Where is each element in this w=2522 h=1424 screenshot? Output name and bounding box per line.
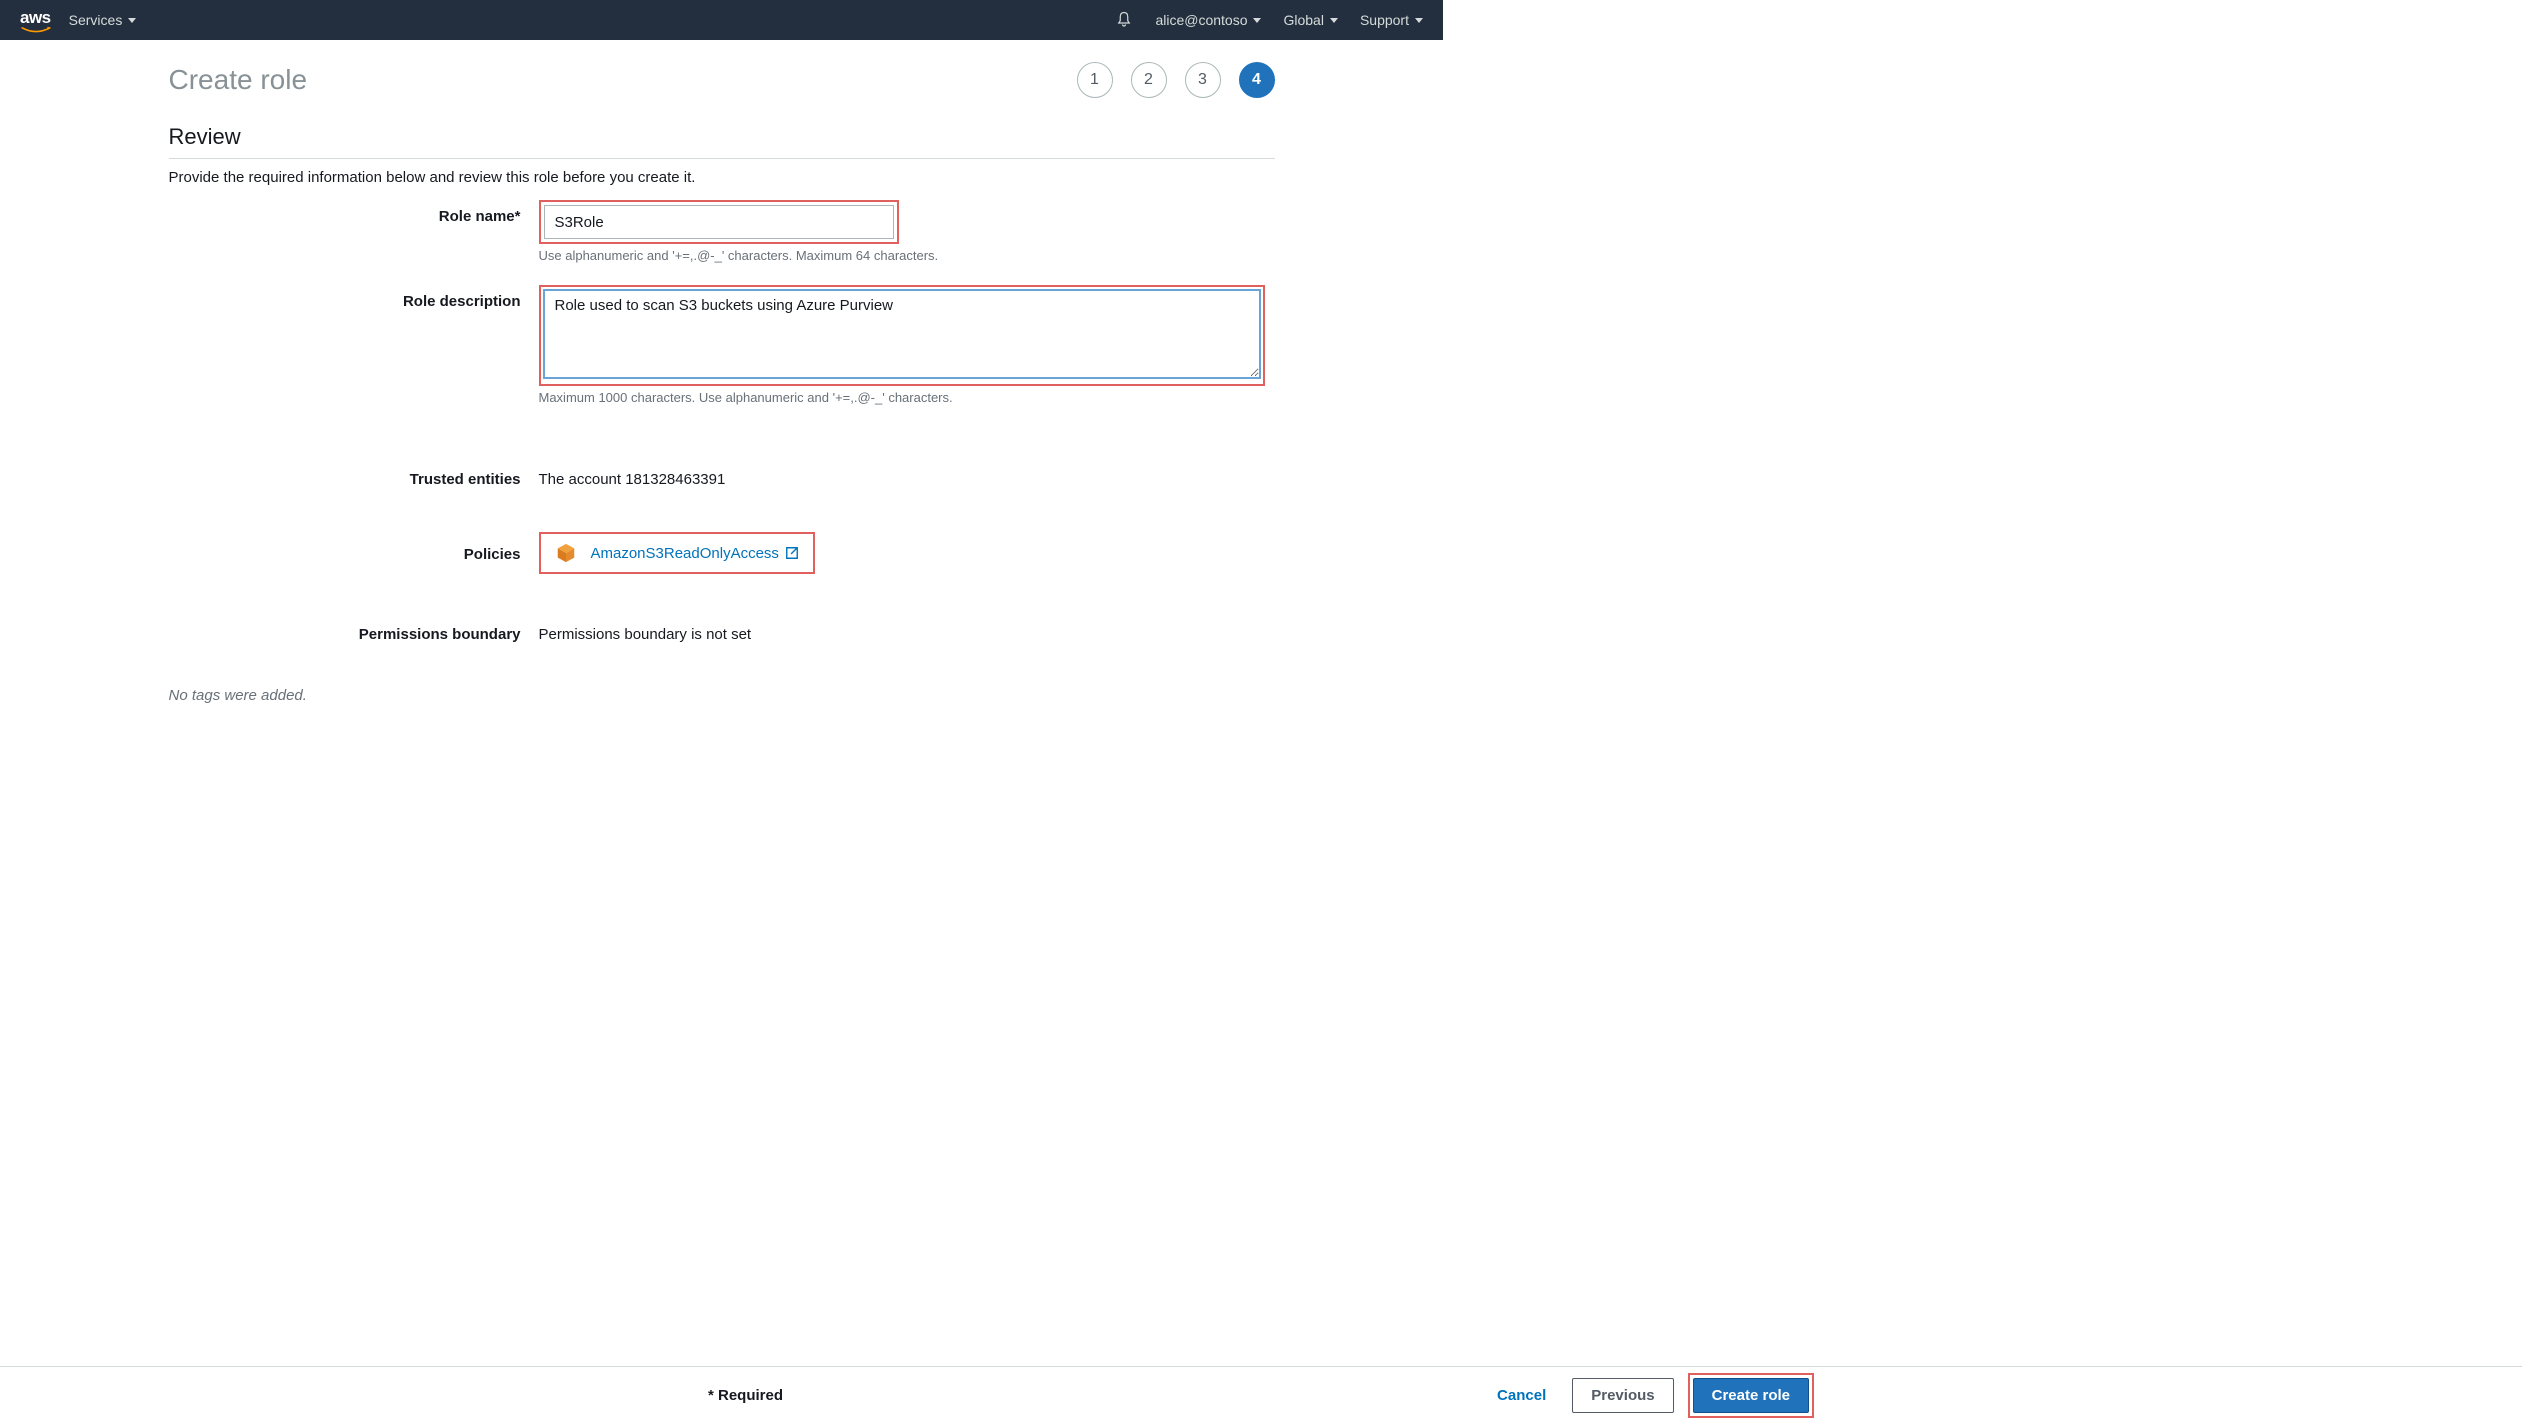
required-note: * Required [708, 1387, 783, 1404]
caret-down-icon [1415, 18, 1423, 23]
trusted-entities-row: Trusted entities The account 18132846339… [169, 463, 1275, 488]
role-description-row: Role description [169, 285, 1275, 386]
nav-support-label: Support [1360, 12, 1409, 28]
nav-left: aws Services [20, 8, 136, 32]
role-description-input[interactable] [544, 290, 1260, 378]
trusted-entities-label: Trusted entities [169, 463, 539, 488]
nav-user[interactable]: alice@contoso [1155, 12, 1261, 28]
bell-icon[interactable] [1115, 11, 1133, 29]
aws-logo-text: aws [20, 8, 51, 27]
caret-down-icon [1330, 18, 1338, 23]
aws-logo[interactable]: aws [20, 8, 51, 32]
cancel-button[interactable]: Cancel [1485, 1379, 1558, 1412]
nav-right: alice@contoso Global Support [1115, 11, 1423, 29]
policies-row: Policies AmazonS3ReadOnlyAccess [169, 532, 1275, 574]
instruction-text: Provide the required information below a… [169, 169, 1275, 186]
permissions-boundary-row: Permissions boundary Permissions boundar… [169, 618, 1275, 643]
step-1[interactable]: 1 [1077, 62, 1113, 98]
policies-control: AmazonS3ReadOnlyAccess [539, 532, 1275, 574]
external-link-icon [785, 546, 799, 560]
role-description-label: Role description [169, 285, 539, 310]
trusted-entities-value: The account 181328463391 [539, 463, 1275, 488]
role-name-control [539, 200, 1275, 244]
review-form: Role name* Use alphanumeric and '+=,.@-_… [169, 200, 1275, 704]
step-4[interactable]: 4 [1239, 62, 1275, 98]
role-name-hint: Use alphanumeric and '+=,.@-_' character… [539, 248, 1275, 263]
nav-support[interactable]: Support [1360, 12, 1423, 28]
no-tags-message: No tags were added. [169, 687, 1275, 704]
page-title: Create role [169, 64, 308, 96]
footer-actions: Cancel Previous Create role [1485, 1373, 1814, 1418]
nav-region[interactable]: Global [1283, 12, 1337, 28]
policies-label: Policies [169, 532, 539, 563]
role-name-row: Role name* [169, 200, 1275, 244]
create-role-highlight: Create role [1688, 1373, 1814, 1418]
caret-down-icon [1253, 18, 1261, 23]
nav-services-label: Services [69, 12, 123, 28]
policy-cube-icon [555, 542, 577, 564]
role-name-label: Role name* [169, 200, 539, 225]
aws-smile-icon [20, 26, 52, 34]
policy-highlight: AmazonS3ReadOnlyAccess [539, 532, 815, 574]
create-role-button[interactable]: Create role [1693, 1378, 1809, 1413]
main-content: Create role 1 2 3 4 Review Provide the r… [169, 40, 1275, 704]
nav-user-label: alice@contoso [1155, 12, 1247, 28]
top-nav: aws Services alice@contoso Global Suppor… [0, 0, 1443, 40]
policy-link[interactable]: AmazonS3ReadOnlyAccess [591, 545, 799, 562]
header-row: Create role 1 2 3 4 [169, 62, 1275, 98]
footer-inner: * Required Cancel Previous Create role [708, 1373, 1814, 1418]
nav-services[interactable]: Services [69, 12, 137, 28]
permissions-boundary-label: Permissions boundary [169, 618, 539, 643]
footer-bar: * Required Cancel Previous Create role [0, 1366, 2522, 1424]
section-title: Review [169, 124, 1275, 159]
policy-name: AmazonS3ReadOnlyAccess [591, 545, 779, 562]
step-indicator: 1 2 3 4 [1077, 62, 1275, 98]
caret-down-icon [128, 18, 136, 23]
role-description-hint: Maximum 1000 characters. Use alphanumeri… [539, 390, 1275, 405]
step-3[interactable]: 3 [1185, 62, 1221, 98]
role-description-control [539, 285, 1275, 386]
previous-button[interactable]: Previous [1572, 1378, 1673, 1413]
role-name-highlight [539, 200, 899, 244]
step-2[interactable]: 2 [1131, 62, 1167, 98]
nav-region-label: Global [1283, 12, 1323, 28]
role-name-input[interactable] [544, 205, 894, 239]
permissions-boundary-value: Permissions boundary is not set [539, 618, 1275, 643]
role-description-highlight [539, 285, 1265, 386]
